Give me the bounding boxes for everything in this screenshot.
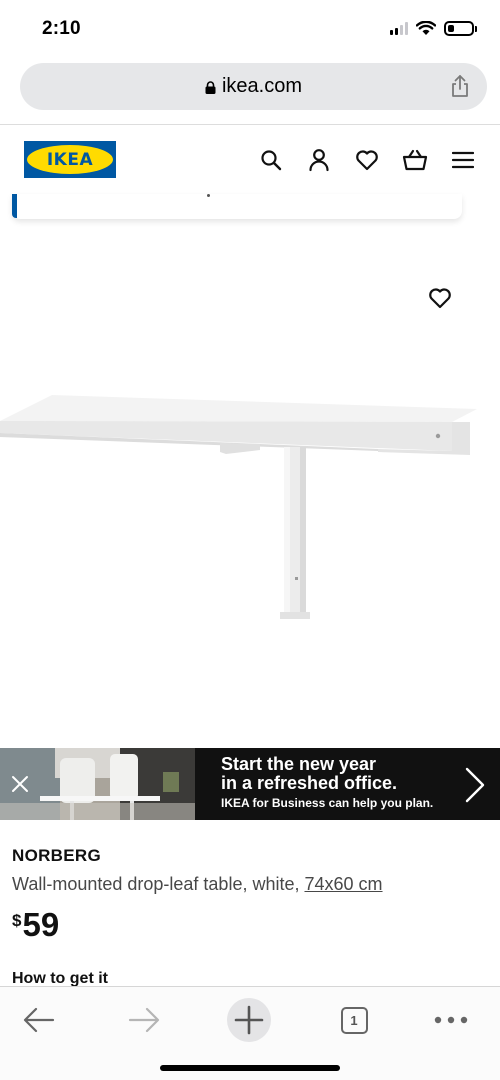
lock-icon <box>205 81 216 94</box>
favorite-button-icon[interactable] <box>428 286 452 310</box>
menu-icon[interactable] <box>450 147 476 173</box>
status-bar: 2:10 <box>0 0 500 56</box>
search-icon[interactable] <box>258 147 284 173</box>
tabs-button[interactable]: 1 <box>331 997 377 1043</box>
product-description-text: Wall-mounted drop-leaf table, white, <box>12 874 305 894</box>
more-button[interactable] <box>428 997 474 1043</box>
chevron-right-icon[interactable] <box>464 767 486 803</box>
basket-icon[interactable] <box>402 147 428 173</box>
notice-card <box>12 194 462 219</box>
logo-text: IKEA <box>46 149 94 170</box>
banner-title-line2: in a refreshed office. <box>221 773 398 793</box>
more-dots-icon <box>434 1016 468 1024</box>
site-header: IKEA <box>0 124 500 194</box>
tab-count: 1 <box>340 1006 368 1034</box>
home-indicator <box>160 1065 340 1071</box>
banner-title-line1: Start the new year <box>221 754 377 774</box>
notice-text-fragment <box>207 194 210 197</box>
status-icons <box>390 21 477 36</box>
forward-button[interactable] <box>121 997 167 1043</box>
new-tab-button[interactable] <box>226 997 272 1043</box>
url-display[interactable]: ikea.com <box>20 75 487 98</box>
back-button[interactable] <box>16 997 62 1043</box>
banner-title: Start the new year in a refreshed office… <box>221 755 451 793</box>
share-icon[interactable] <box>449 74 471 98</box>
close-icon[interactable] <box>10 774 30 794</box>
product-name: NORBERG <box>12 846 101 865</box>
wifi-icon <box>416 21 436 35</box>
heart-icon[interactable] <box>354 147 380 173</box>
url-text: ikea.com <box>221 75 303 97</box>
plus-icon <box>234 1005 264 1035</box>
price-currency: $ <box>12 911 22 930</box>
arrow-right-icon <box>128 1007 160 1033</box>
ikea-logo[interactable]: IKEA <box>24 141 116 178</box>
product-description: Wall-mounted drop-leaf table, white, 74x… <box>12 874 383 895</box>
battery-icon <box>444 21 477 36</box>
account-icon[interactable] <box>306 147 332 173</box>
product-image[interactable] <box>0 230 500 745</box>
url-bar[interactable]: ikea.com <box>20 63 487 110</box>
product-size-link[interactable]: 74x60 cm <box>304 874 382 894</box>
banner-subtitle: IKEA for Business can help you plan. <box>221 796 434 810</box>
cellular-signal-icon <box>390 22 408 35</box>
header-actions <box>258 147 476 173</box>
how-to-get-it-heading: How to get it <box>12 970 108 986</box>
promo-banner[interactable]: Start the new year in a refreshed office… <box>0 748 500 820</box>
notice-accent <box>12 194 17 218</box>
status-time: 2:10 <box>42 18 81 39</box>
product-price: $ 59 <box>12 906 59 944</box>
arrow-left-icon <box>23 1007 55 1033</box>
price-amount: 59 <box>22 906 60 943</box>
